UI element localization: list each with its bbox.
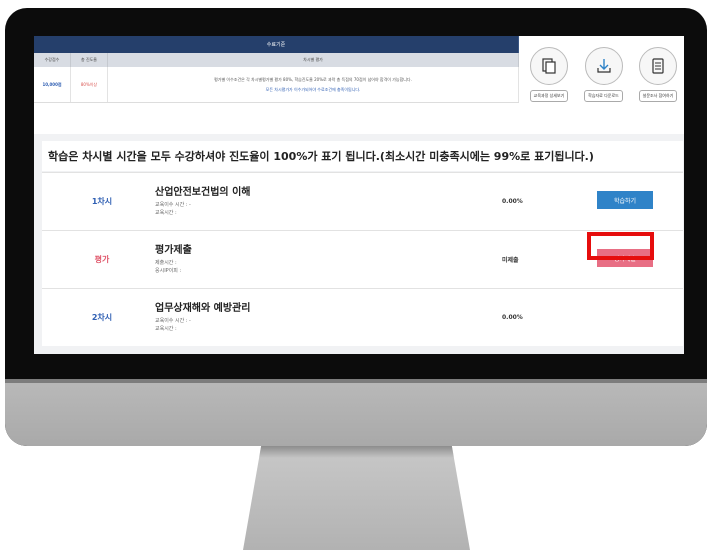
criteria-header: 수료기준 bbox=[34, 36, 519, 53]
document-icon bbox=[530, 47, 568, 85]
col-score: 수강점수 bbox=[34, 53, 71, 67]
eval-meta-1: 제출시간 : bbox=[155, 260, 177, 266]
lesson-meta-2: 교육시간 : bbox=[155, 210, 177, 216]
eval-label: 평가 bbox=[94, 255, 110, 264]
progress-value: 80%이상 bbox=[71, 67, 108, 102]
lesson-meta-1: 교육이수 시간 : - bbox=[155, 202, 191, 208]
highlight-box bbox=[587, 232, 654, 260]
study-button[interactable]: 학습하기 bbox=[597, 191, 653, 209]
score-value: 10,000점 bbox=[34, 67, 71, 102]
eval-status: 미제출 bbox=[502, 257, 519, 264]
lesson-meta-1: 교육이수 시간 : - bbox=[155, 318, 191, 324]
monitor-chin bbox=[5, 381, 707, 446]
tool-survey[interactable]: 설문조사 참여하기 bbox=[632, 36, 684, 102]
download-button[interactable]: 학습자료 다운로드 bbox=[584, 90, 623, 102]
tool-download[interactable]: 학습자료 다운로드 bbox=[578, 36, 630, 102]
lesson-title: 업무상재해와 예방관리 bbox=[155, 303, 251, 314]
download-icon bbox=[584, 47, 623, 85]
col-progress: 총 진도율 bbox=[71, 53, 108, 67]
col-eval: 차시별 평가 bbox=[108, 53, 519, 67]
checklist-icon bbox=[639, 47, 677, 85]
lesson-number: 2차시 bbox=[91, 313, 113, 322]
lesson-number: 1차시 bbox=[91, 197, 113, 206]
eval-meta-2: 응시IP이피 : bbox=[155, 268, 182, 274]
lesson-row: 1차시 산업안전보건법의 이해 교육이수 시간 : - 교육시간 : 0.00%… bbox=[42, 172, 683, 230]
stand-shadow bbox=[258, 446, 455, 458]
survey-button[interactable]: 설문조사 참여하기 bbox=[638, 90, 678, 102]
monitor-stand bbox=[243, 446, 470, 550]
criteria-values: 10,000점 80%이상 평가별 이수조건은 각 차시별평가별 평가 80%,… bbox=[34, 67, 519, 103]
lesson-progress: 0.00% bbox=[502, 314, 523, 321]
tool-buttons: 교육과정 상세보기 학습자료 다운로드 설문조사 참여하기 bbox=[523, 36, 684, 102]
progress-notice: 학습은 차시별 시간을 모두 수강하셔야 진도율이 100%가 표기 됩니다.(… bbox=[42, 141, 683, 171]
eval-title: 평가제출 bbox=[155, 245, 192, 256]
lesson-row: 2차시 업무상재해와 예방관리 교육이수 시간 : - 교육시간 : 0.00% bbox=[42, 288, 683, 346]
course-detail-button[interactable]: 교육과정 상세보기 bbox=[529, 90, 569, 102]
criteria-description: 평가별 이수조건은 각 차시별평가별 평가 80%, 학습진도율 20%로 과락… bbox=[108, 67, 519, 102]
screen: 수료기준 수강점수 총 진도율 차시별 평가 10,000점 80%이상 평가별… bbox=[34, 36, 684, 354]
desc-line-2: 모든 차시평가가 이수가되어야 수료조건에 충족이됩니다. bbox=[265, 86, 361, 92]
criteria-title: 수료기준 bbox=[34, 36, 519, 53]
criteria-columns: 수강점수 총 진도율 차시별 평가 bbox=[34, 53, 519, 67]
lesson-meta-2: 교육시간 : bbox=[155, 326, 177, 332]
lesson-title: 산업안전보건법의 이해 bbox=[155, 187, 251, 198]
desc-line-1: 평가별 이수조건은 각 차시별평가별 평가 80%, 학습진도율 20%로 과락… bbox=[214, 76, 412, 82]
monitor-chin-edge bbox=[5, 379, 707, 383]
tool-course-detail[interactable]: 교육과정 상세보기 bbox=[523, 36, 575, 102]
lesson-progress: 0.00% bbox=[502, 198, 523, 205]
